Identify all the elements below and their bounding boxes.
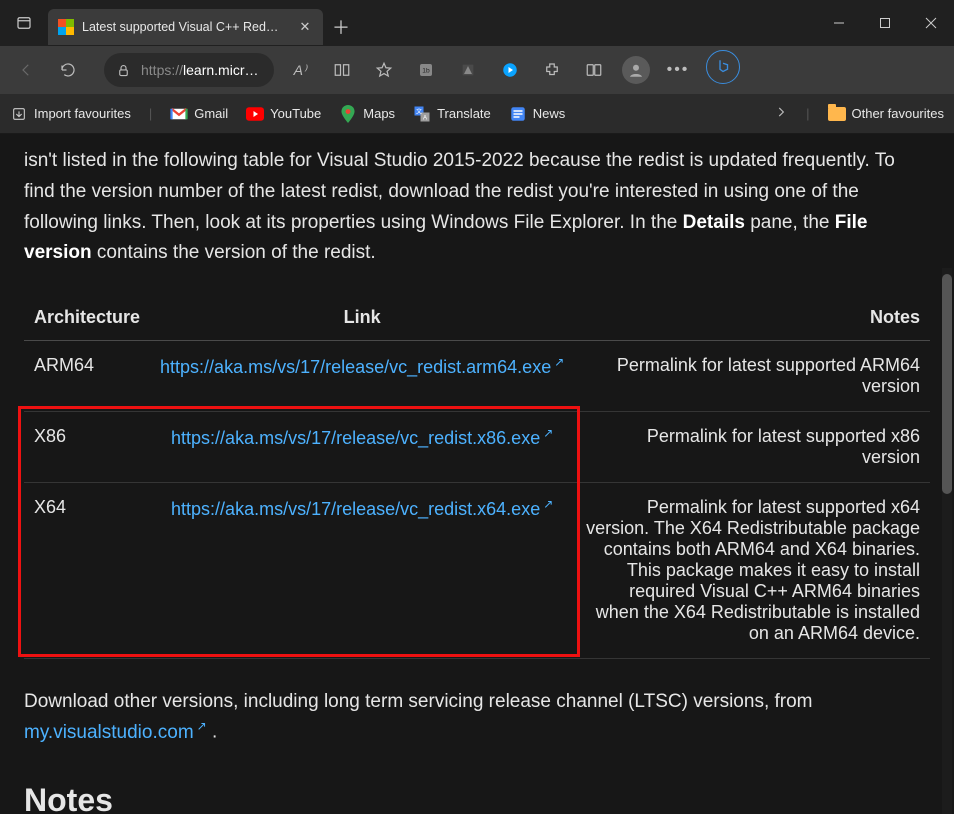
news-icon (509, 105, 527, 123)
ext2-icon[interactable] (448, 50, 488, 90)
ext3-icon[interactable] (490, 50, 530, 90)
th-notes: Notes (574, 295, 930, 341)
notes-heading: Notes (24, 782, 930, 814)
tab-close-icon[interactable]: ✕ (297, 19, 313, 35)
svg-text:1b: 1b (422, 68, 430, 75)
table-row: X86 https://aka.ms/vs/17/release/vc_redis… (24, 412, 930, 483)
lock-icon (116, 63, 131, 78)
cell-link: https://aka.ms/vs/17/release/vc_redist.a… (150, 341, 574, 412)
bing-chat-icon[interactable] (706, 50, 740, 84)
scrollbar-thumb[interactable] (942, 274, 952, 494)
address-bar[interactable]: https://learn.micr… (104, 53, 274, 87)
favourites-bar: Import favourites | Gmail YouTube Maps 文… (0, 94, 954, 134)
download-other-versions: Download other versions, including long … (24, 687, 930, 748)
external-icon: ↗ (197, 719, 207, 733)
microsoft-icon (58, 19, 74, 35)
table-row: ARM64 https://aka.ms/vs/17/release/vc_red… (24, 341, 930, 412)
cell-notes: Permalink for latest supported x64 versi… (574, 483, 930, 659)
folder-icon (828, 105, 846, 123)
window-controls (816, 0, 954, 46)
gmail-icon (170, 105, 188, 123)
close-window-button[interactable] (908, 0, 954, 46)
star-icon[interactable] (364, 50, 404, 90)
download-link[interactable]: https://aka.ms/vs/17/release/vc_redist.a… (160, 357, 564, 377)
other-favourites-button[interactable]: Other favourites (828, 105, 945, 123)
back-button[interactable] (6, 50, 46, 90)
cell-arch: X64 (24, 483, 150, 659)
external-icon: ↗ (543, 426, 553, 440)
immersive-reader-icon[interactable] (322, 50, 362, 90)
cell-arch: X86 (24, 412, 150, 483)
youtube-icon (246, 105, 264, 123)
address-url: https://learn.micr… (141, 62, 259, 78)
favbar-overflow-icon[interactable] (774, 105, 788, 122)
more-menu-icon[interactable]: ••• (658, 50, 698, 90)
my-visualstudio-link[interactable]: my.visualstudio.com↗ (24, 722, 207, 743)
cell-notes: Permalink for latest supported x86 versi… (574, 412, 930, 483)
import-favourites-label: Import favourites (34, 106, 131, 121)
svg-text:A: A (423, 115, 427, 121)
tab-title: Latest supported Visual C++ Red… (82, 20, 289, 34)
download-link[interactable]: https://aka.ms/vs/17/release/vc_redist.x… (171, 499, 553, 519)
download-link[interactable]: https://aka.ms/vs/17/release/vc_redist.x… (171, 428, 553, 448)
browser-tab[interactable]: Latest supported Visual C++ Red… ✕ (48, 9, 323, 45)
page-viewport: isn't listed in the following table for … (0, 134, 954, 814)
ext1-icon[interactable]: 1b (406, 50, 446, 90)
maps-icon (339, 105, 357, 123)
window-titlebar: Latest supported Visual C++ Red… ✕ ＋ (0, 0, 954, 46)
intro-paragraph: isn't listed in the following table for … (24, 134, 930, 269)
external-icon: ↗ (554, 355, 564, 369)
import-icon (10, 105, 28, 123)
minimize-button[interactable] (816, 0, 862, 46)
downloads-table: Architecture Link Notes ARM64 https://aka… (24, 295, 930, 659)
profile-avatar[interactable] (616, 50, 656, 90)
cell-link: https://aka.ms/vs/17/release/vc_redist.x… (150, 412, 574, 483)
cell-link: https://aka.ms/vs/17/release/vc_redist.x… (150, 483, 574, 659)
th-link: Link (150, 295, 574, 341)
translate-icon: 文A (413, 105, 431, 123)
table-row: X64 https://aka.ms/vs/17/release/vc_redis… (24, 483, 930, 659)
fav-youtube[interactable]: YouTube (246, 105, 321, 123)
external-icon: ↗ (543, 497, 553, 511)
fav-translate[interactable]: 文A Translate (413, 105, 491, 123)
cell-notes: Permalink for latest supported ARM64 ver… (574, 341, 930, 412)
maximize-button[interactable] (862, 0, 908, 46)
fav-maps[interactable]: Maps (339, 105, 395, 123)
th-architecture: Architecture (24, 295, 150, 341)
tab-actions-icon[interactable] (0, 0, 48, 46)
fav-gmail[interactable]: Gmail (170, 105, 228, 123)
fav-news[interactable]: News (509, 105, 566, 123)
cell-arch: ARM64 (24, 341, 150, 412)
browser-toolbar: https://learn.micr… A⁾ 1b ••• (0, 46, 954, 94)
new-tab-button[interactable]: ＋ (323, 9, 359, 45)
read-aloud-icon[interactable]: A⁾ (280, 50, 320, 90)
refresh-button[interactable] (48, 50, 88, 90)
split-screen-icon[interactable] (574, 50, 614, 90)
import-favourites-button[interactable]: Import favourites (10, 105, 131, 123)
extensions-icon[interactable] (532, 50, 572, 90)
